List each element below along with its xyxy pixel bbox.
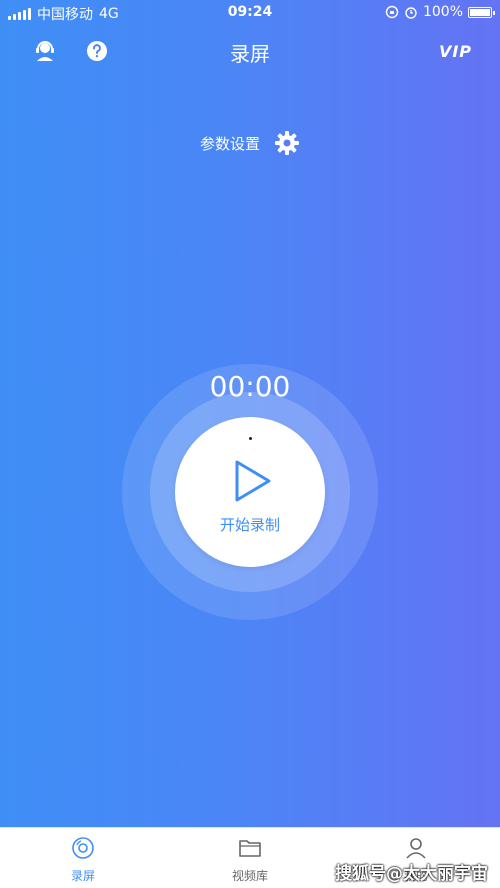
battery-icon: [468, 6, 495, 18]
tab-record-label: 录屏: [70, 869, 95, 883]
tab-video-library[interactable]: 视频库: [210, 836, 290, 884]
gear-icon: [275, 131, 299, 155]
record-disc-icon: [72, 837, 94, 859]
status-bar: 中国移动 4G 09:24 100%: [0, 0, 500, 26]
user-icon: [406, 838, 426, 859]
page-title: 录屏: [230, 42, 270, 66]
folder-icon: [239, 840, 261, 857]
watermark: 搜狐号@太大丽宇宙: [335, 864, 488, 884]
play-icon: [235, 460, 271, 502]
record-timer: 00:00: [209, 370, 291, 403]
settings-entry[interactable]: 参数设置: [0, 130, 500, 156]
vip-button[interactable]: VIP: [439, 42, 472, 61]
settings-label: 参数设置: [199, 134, 260, 153]
tab-video-library-label: 视频库: [231, 869, 268, 883]
focus-dot: [249, 437, 252, 440]
battery-percent: 100%: [422, 4, 463, 20]
start-record-label: 开始录制: [219, 516, 280, 534]
rotation-lock-icon: [385, 5, 399, 19]
tab-record[interactable]: 录屏: [43, 836, 123, 884]
nav-bar: 录屏 VIP: [0, 26, 500, 76]
alarm-icon: [405, 7, 417, 19]
status-right: 100%: [385, 4, 495, 20]
screen: 中国移动 4G 09:24 100% 录屏 VIP 参数设置 00:00 开始录…: [0, 0, 500, 888]
